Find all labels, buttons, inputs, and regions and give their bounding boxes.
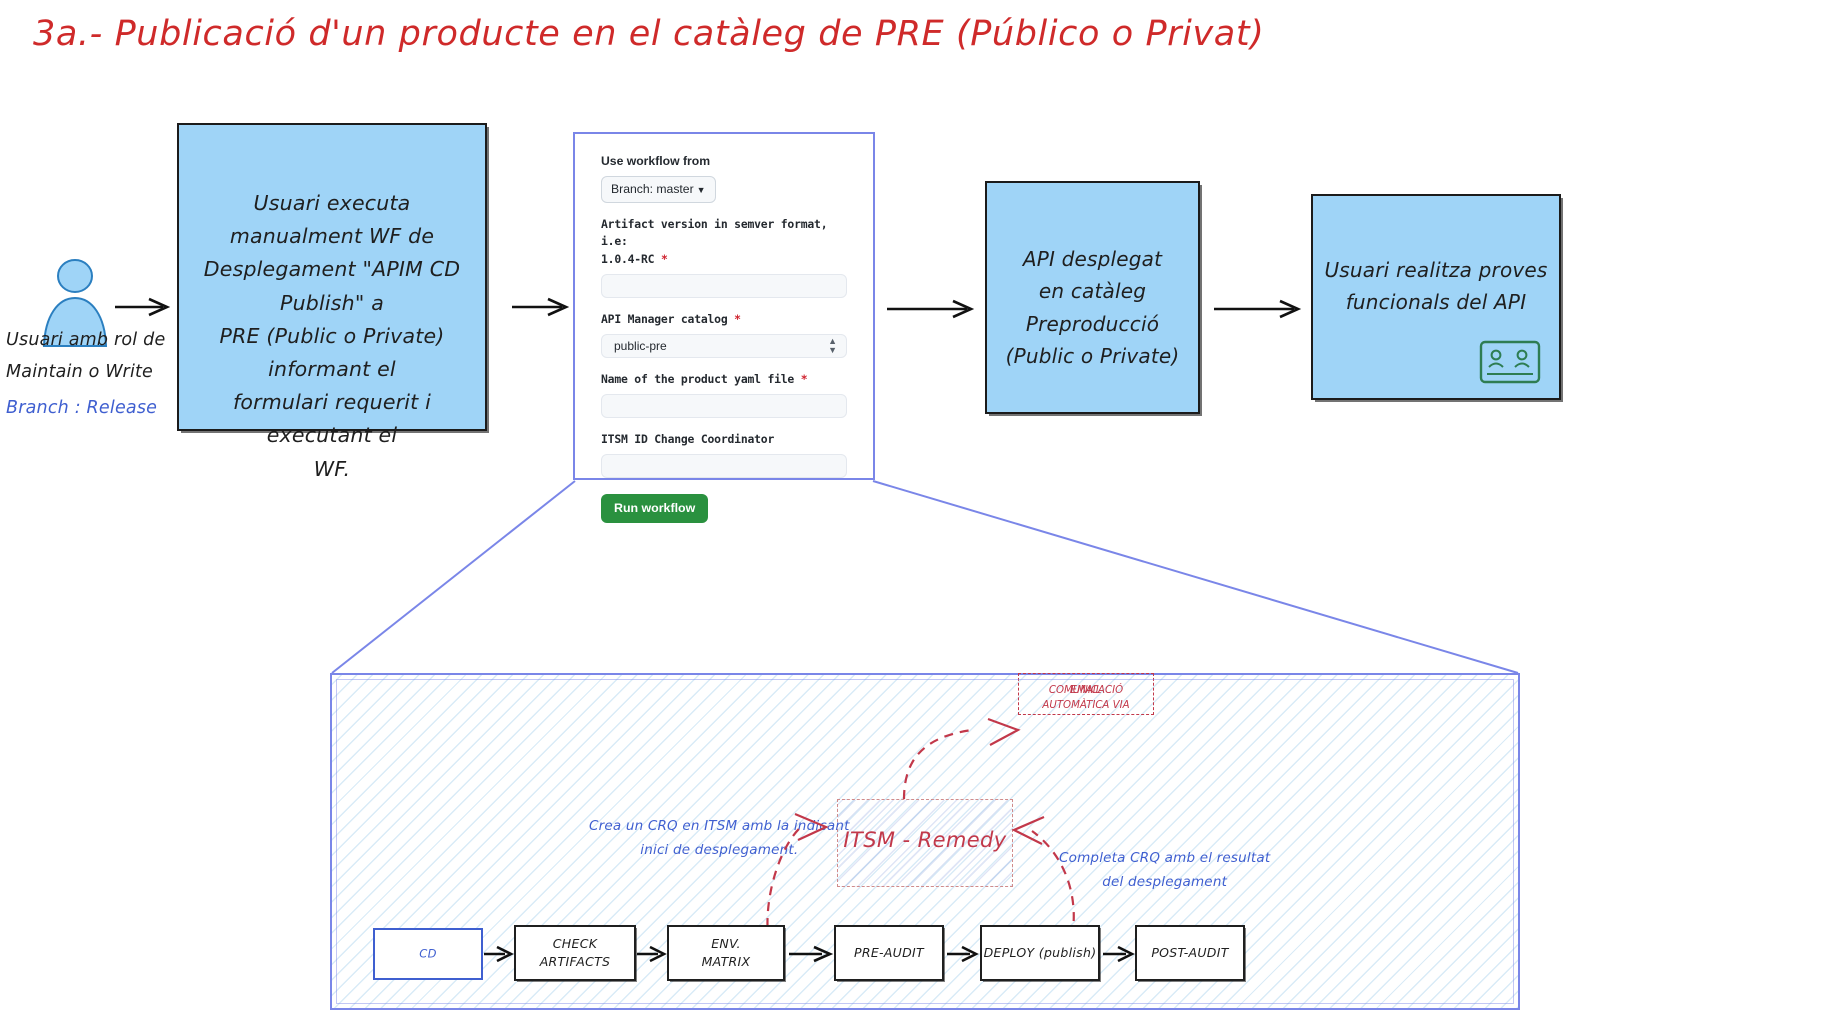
arrow-check-to-env [636, 943, 667, 965]
stage-env-matrix: ENV. MATRIX [667, 925, 785, 981]
arrow-env-to-preaudit [788, 943, 834, 965]
product-yaml-input[interactable] [601, 393, 847, 418]
stage-cd: CD [373, 928, 483, 980]
step1-line3: PRE (Public o Private) informant el [219, 323, 445, 382]
branch-selector-button[interactable]: Branch: master ▼ [601, 176, 716, 204]
actor-role-line1: Usuari amb rol de [6, 330, 166, 350]
required-asterisk: * [734, 311, 741, 326]
step3-text: API desplegat en catàleg Preproducció (P… [987, 243, 1198, 373]
stage-cd-label: CD [419, 946, 437, 961]
stage-post-audit: POST-AUDIT [1135, 925, 1245, 981]
arrow-preaudit-to-deploy [946, 943, 979, 965]
actor-branch-label: Branch : Release [6, 398, 158, 418]
actor-role-line2: Maintain o Write [6, 362, 154, 382]
run-workflow-button[interactable]: Run workflow [601, 493, 709, 523]
stage-env-matrix-line1: ENV. [711, 935, 741, 951]
required-asterisk: * [800, 371, 808, 386]
product-yaml-label: Name of the product yaml file * [601, 371, 849, 388]
arrow-cd-to-check [483, 943, 514, 965]
stage-pre-audit: PRE-AUDIT [834, 925, 944, 981]
use-workflow-from-label: Use workflow from [601, 154, 711, 168]
github-actions-workflow-form[interactable]: Use workflow from Branch: master ▼ Artifa… [573, 132, 875, 523]
stage-deploy-label: DEPLOY (publish) [983, 944, 1097, 960]
stage-post-audit-label: POST-AUDIT [1151, 944, 1229, 960]
stage-check-artifacts: CHECK ARTIFACTS [514, 925, 636, 981]
stage-pre-audit-label: PRE-AUDIT [854, 944, 924, 960]
step4-line2: funcionals del API [1345, 290, 1527, 315]
step3-box: API desplegat en catàleg Preproducció (P… [985, 181, 1200, 414]
step1-text: Usuari executa manualment WF de Desplega… [179, 187, 485, 486]
step3-line2: en catàleg Preproducció [1025, 279, 1160, 336]
stage-check-artifacts-line1: CHECK [552, 935, 598, 951]
api-manager-catalog-select[interactable]: public-pre ▲ ▼ [601, 333, 847, 358]
arrow-step3-to-step4 [1212, 297, 1304, 321]
arrow-actor-to-step1 [113, 295, 173, 319]
stage-deploy: DEPLOY (publish) [980, 925, 1100, 981]
step4-line1: Usuari realitza proves [1324, 258, 1548, 282]
step3-line1: API desplegat [1022, 247, 1163, 271]
step4-box: Usuari realitza proves funcionals del AP… [1311, 194, 1561, 400]
step3-line3: (Public o Private) [1005, 344, 1180, 369]
step1-box: Usuari executa manualment WF de Desplega… [177, 123, 487, 481]
video-conference-icon [1479, 340, 1541, 388]
select-updown-icon: ▲ ▼ [828, 335, 837, 355]
artifact-version-input[interactable] [601, 273, 847, 298]
api-manager-catalog-value: public-pre [614, 338, 667, 353]
arrow-deploy-to-postaudit [1102, 943, 1135, 965]
artifact-version-label: Artifact version in semver format, i.e: … [601, 216, 849, 267]
stage-check-artifacts-line2: ARTIFACTS [539, 954, 611, 969]
pipeline-detail-panel: COMUNICACIÓ AUTOMÀTICA VIA EMAIL ITSM - … [330, 673, 1520, 1010]
diagram-canvas: 3a.- Publicació d'un producte en el catà… [0, 0, 1838, 1018]
artifact-version-label-line1: Artifact version in semver format, i.e: [601, 217, 828, 249]
artifact-version-label-line2: 1.0.4-RC [601, 251, 655, 266]
product-yaml-label-text: Name of the product yaml file [601, 371, 795, 386]
api-manager-catalog-label-text: API Manager catalog [601, 311, 728, 326]
api-manager-catalog-label: API Manager catalog * [601, 311, 849, 328]
arrow-step1-to-form [510, 295, 572, 319]
page-title: 3a.- Publicació d'un producte en el catà… [33, 14, 1265, 54]
itsm-id-label: ITSM ID Change Coordinator [601, 431, 775, 446]
step1-line4: formulari requerit i executant el [232, 390, 432, 448]
step1-line5: WF. [313, 456, 351, 481]
step1-line1: Usuari executa manualment WF de [229, 191, 435, 249]
stage-env-matrix-label: ENV. MATRIX [669, 935, 783, 971]
itsm-id-input[interactable] [601, 453, 847, 478]
step4-text: Usuari realitza proves funcionals del AP… [1313, 254, 1559, 319]
step1-line2: Desplegament "APIM CD Publish" a [203, 257, 461, 315]
required-asterisk: * [660, 251, 668, 266]
chevron-down-icon: ▼ [696, 185, 706, 196]
stage-check-artifacts-label: CHECK ARTIFACTS [516, 935, 634, 971]
arrow-form-to-step3 [885, 297, 977, 321]
branch-selector-label: Branch: master [611, 182, 694, 197]
stage-env-matrix-line2: MATRIX [701, 954, 751, 969]
